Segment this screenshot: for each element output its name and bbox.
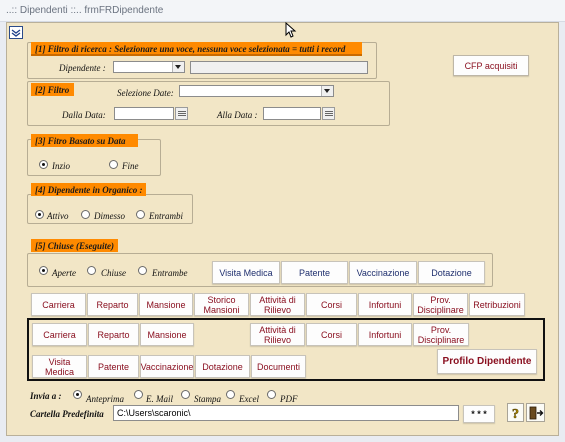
dalla-data-field[interactable] (114, 107, 174, 120)
cartella-path-field[interactable]: C:\Users\scaronic\ (113, 405, 459, 421)
exit-door-icon (529, 406, 544, 420)
exit-button[interactable] (526, 403, 545, 422)
section1-header: [1] Filtro di ricerca : Selezionare una … (31, 42, 362, 56)
aperte-label: Aperte (52, 268, 76, 278)
section3-header: [3] Fitro Basato su Data (31, 134, 138, 147)
visita-medica-profile-button[interactable]: Visita Medica (32, 355, 87, 378)
svg-text:?: ? (512, 407, 519, 422)
selezione-date-combo[interactable] (179, 85, 334, 97)
reparto-profile-button[interactable]: Reparto (88, 323, 139, 346)
dalla-data-picker-icon[interactable] (175, 107, 188, 120)
pdf-radio[interactable] (267, 390, 276, 399)
window-titlebar: ..:: Dipendenti ::.. frmFRDipendente (0, 0, 565, 22)
entrambe-label: Entrambe (152, 268, 188, 278)
storico-mansioni-button[interactable]: Storico Mansioni (194, 293, 249, 316)
chiuse-radio[interactable] (87, 266, 96, 275)
reparto-button[interactable]: Reparto (87, 293, 138, 316)
selezione-date-label: Selezione Date: (117, 88, 174, 98)
patente-profile-button[interactable]: Patente (88, 355, 139, 378)
aperte-radio[interactable] (39, 266, 48, 275)
alla-data-label: Alla Data : (217, 110, 258, 120)
documenti-profile-button[interactable]: Documenti (251, 355, 306, 378)
prov-disciplinare-profile-button[interactable]: Prov. Disciplinare (413, 323, 469, 346)
entrambi-radio[interactable] (136, 210, 145, 219)
attivita-rilievo-profile-button[interactable]: Attività di Rilievo (250, 323, 305, 346)
vaccinazione-profile-button[interactable]: Vaccinazione (140, 355, 194, 378)
chiuse-label: Chiuse (101, 268, 127, 278)
anteprima-label: Anteprima (86, 394, 124, 404)
prov-disciplinare-button[interactable]: Prov. Disciplinare (413, 293, 468, 316)
dalla-data-label: Dalla Data: (62, 110, 106, 120)
patente-top-button[interactable]: Patente (281, 261, 348, 284)
record-selector-icon[interactable] (9, 26, 23, 39)
attivo-label: Attivo (47, 211, 69, 221)
email-radio[interactable] (134, 390, 143, 399)
cartella-label: Cartella Predefinita (30, 409, 104, 419)
vaccinazione-top-button[interactable]: Vaccinazione (349, 261, 417, 284)
infortuni-button[interactable]: Infortuni (358, 293, 412, 316)
corsi-button[interactable]: Corsi (306, 293, 357, 316)
fine-radio[interactable] (109, 160, 118, 169)
carriera-profile-button[interactable]: Carriera (32, 323, 87, 346)
mansione-profile-button[interactable]: Mansione (140, 323, 194, 346)
entrambi-label: Entrambi (149, 211, 184, 221)
help-button[interactable]: ? (507, 403, 524, 422)
window-title: ..:: Dipendenti ::.. frmFRDipendente (6, 5, 164, 16)
section4-header: [4] Dipendente in Organico : (31, 183, 146, 196)
dotazione-top-button[interactable]: Dotazione (418, 261, 485, 284)
dimesso-label: Dimesso (94, 211, 125, 221)
anteprima-radio[interactable] (73, 390, 82, 399)
excel-label: Excel (239, 394, 259, 404)
stampa-radio[interactable] (181, 390, 190, 399)
retribuzioni-button[interactable]: Retribuzioni (469, 293, 525, 316)
dotazione-profile-button[interactable]: Dotazione (195, 355, 250, 378)
chevron-down-icon[interactable] (321, 86, 333, 96)
window-edge (559, 22, 565, 442)
invia-label: Invia a : (30, 391, 62, 401)
dimesso-radio[interactable] (81, 210, 90, 219)
infortuni-profile-button[interactable]: Infortuni (358, 323, 412, 346)
alla-data-picker-icon[interactable] (322, 107, 335, 120)
corsi-profile-button[interactable]: Corsi (306, 323, 357, 346)
section5-header: [5] Chiuse (Eseguite) (31, 239, 118, 252)
dipendente-text-field[interactable] (190, 61, 368, 74)
help-icon: ? (512, 407, 520, 422)
mansione-button[interactable]: Mansione (139, 293, 193, 316)
mouse-cursor-icon (285, 22, 297, 38)
profilo-dipendente-button[interactable]: Profilo Dipendente (437, 349, 537, 374)
inizio-label: Inzio (52, 161, 70, 171)
stampa-label: Stampa (194, 394, 221, 404)
cfp-acquisiti-button[interactable]: CFP acquisiti (453, 55, 529, 76)
browse-folder-button[interactable]: * * * (463, 405, 495, 423)
email-label: E. Mail (146, 394, 173, 404)
fine-label: Fine (122, 161, 139, 171)
entrambe-radio[interactable] (138, 266, 147, 275)
inizio-radio[interactable] (39, 160, 48, 169)
section2-header: [2] Filtro (31, 83, 74, 96)
visita-medica-top-button[interactable]: Visita Medica (212, 261, 280, 284)
alla-data-field[interactable] (263, 107, 321, 120)
pdf-label: PDF (280, 394, 298, 404)
dipendente-combo[interactable] (113, 61, 185, 73)
excel-radio[interactable] (226, 390, 235, 399)
dipendente-label: Dipendente : (59, 63, 106, 73)
chevron-down-icon[interactable] (172, 62, 184, 72)
attivita-rilievo-button[interactable]: Attività di Rilievo (250, 293, 305, 316)
carriera-button[interactable]: Carriera (31, 293, 86, 316)
attivo-radio[interactable] (35, 210, 44, 219)
